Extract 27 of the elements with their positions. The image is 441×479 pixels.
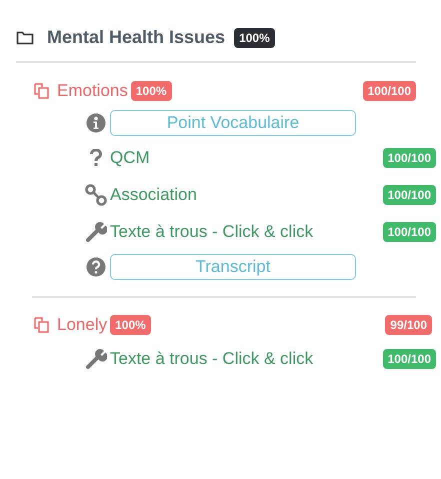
wrench-icon: [85, 348, 107, 370]
help-icon: [86, 257, 106, 277]
progress-badge: 100%: [234, 28, 275, 48]
score-badge: 100/100: [382, 185, 436, 205]
exercise-link[interactable]: QCM: [110, 142, 150, 174]
score-badge: 100/100: [382, 148, 436, 168]
section-title[interactable]: Emotions: [57, 81, 128, 101]
module-title[interactable]: Mental Health Issues: [47, 27, 226, 48]
question-mark-icon: [89, 149, 103, 167]
info-icon: [86, 113, 106, 133]
lesson-button[interactable]: Transcript: [110, 254, 356, 280]
link-icon: [85, 184, 107, 206]
score-badge: 100/100: [382, 222, 436, 242]
progress-badge: 100%: [110, 315, 151, 335]
progress-badge: 100%: [130, 81, 172, 101]
exercise-link[interactable]: Texte à trous - Click & click: [110, 216, 314, 248]
copy-icon: [32, 81, 52, 101]
score-badge: 99/100: [385, 315, 432, 335]
score-badge: 100/100: [362, 81, 416, 101]
score-badge: 100/100: [382, 349, 436, 369]
exercise-link[interactable]: Association: [110, 179, 197, 211]
copy-icon: [32, 315, 52, 335]
lesson-button[interactable]: Point Vocabulaire: [110, 110, 356, 136]
folder-icon: [16, 30, 34, 45]
wrench-icon: [85, 221, 107, 243]
exercise-link[interactable]: Texte à trous - Click & click: [110, 343, 314, 375]
section-title[interactable]: Lonely: [57, 315, 108, 335]
